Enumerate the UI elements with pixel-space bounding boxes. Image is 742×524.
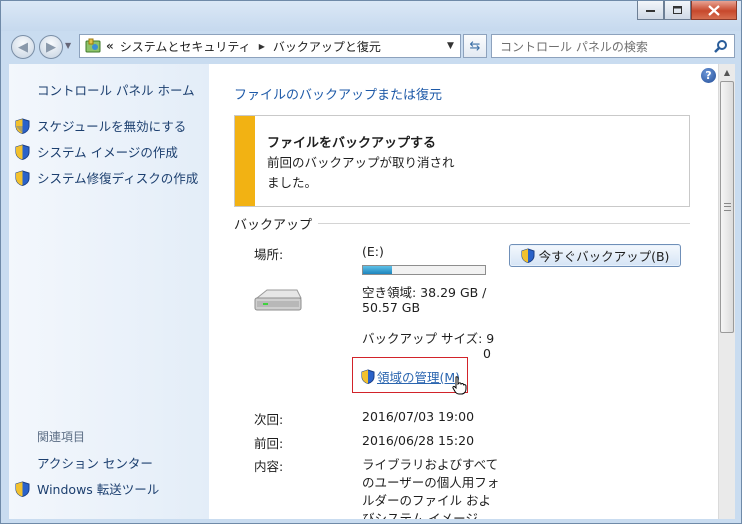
hand-cursor-icon	[452, 376, 467, 395]
backup-now-button[interactable]: 今すぐバックアップ(B)	[509, 244, 681, 267]
sidebar-task-label: システム イメージの作成	[37, 145, 178, 160]
title-bar	[1, 1, 741, 31]
maximize-button[interactable]	[664, 1, 691, 20]
free-space: 空き領域: 38.29 GB /	[362, 285, 487, 300]
manage-space-label: 領域の管理(M)	[377, 370, 461, 385]
breadcrumb-overflow[interactable]: «	[106, 39, 114, 53]
search-input[interactable]: コントロール パネルの検索	[491, 34, 735, 58]
chevron-up-icon: ▲	[723, 67, 731, 77]
maximize-icon	[672, 5, 682, 14]
sidebar-home-link[interactable]: コントロール パネル ホーム	[37, 80, 195, 99]
uac-shield-icon	[361, 369, 375, 384]
main-content: ? ファイルのバックアップまたは復元 ファイルをバックアップする 前回のバックア…	[209, 64, 718, 519]
location-value: (E:)	[362, 244, 384, 259]
help-icon[interactable]: ?	[701, 68, 716, 83]
contents-label: 内容:	[254, 459, 284, 474]
scroll-up-button[interactable]: ▲	[719, 64, 735, 80]
caption-buttons	[637, 1, 737, 21]
breadcrumb-arrow-icon[interactable]: ▶	[259, 42, 265, 51]
chevron-down-icon: ▼	[447, 41, 454, 51]
vertical-scrollbar[interactable]: ▲	[718, 64, 735, 519]
window: ◀ ▶ ▼ « システムとセキュリティ ▶ バックアップと復元 ▼ ⇆ コントロ…	[0, 0, 742, 524]
hard-drive-icon	[254, 289, 302, 311]
search-icon[interactable]	[714, 39, 728, 53]
refresh-icon: ⇆	[469, 38, 481, 54]
contents-line: ライブラリおよびすべて	[362, 457, 499, 472]
backup-size-overflow: 0	[483, 346, 491, 361]
uac-shield-icon	[15, 117, 30, 134]
disk-space-bar	[362, 265, 486, 275]
control-panel-icon	[85, 38, 101, 53]
page-title: ファイルのバックアップまたは復元	[234, 88, 443, 103]
notice-body-line: ました。	[267, 175, 318, 190]
uac-shield-icon	[521, 248, 535, 263]
uac-shield-icon	[15, 143, 30, 160]
section-title: バックアップ	[234, 218, 319, 233]
contents-line: のユーザーの個人用フォ	[362, 475, 500, 490]
contents-value: ライブラリおよびすべて のユーザーの個人用フォ ルダーのファイル およ びシステ…	[362, 456, 502, 519]
notice-body-line: 前回のバックアップが取り消され	[267, 155, 455, 170]
sidebar-task-disable-schedule[interactable]: スケジュールを無効にする	[15, 116, 186, 135]
related-heading: 関連項目	[37, 430, 86, 444]
contents-line: びシステム イメージ	[362, 511, 478, 519]
address-bar[interactable]: « システムとセキュリティ ▶ バックアップと復元	[79, 34, 459, 58]
navigation-bar: ◀ ▶ ▼ « システムとセキュリティ ▶ バックアップと復元 ▼ ⇆ コントロ…	[1, 31, 741, 63]
close-icon	[708, 4, 720, 16]
forward-icon: ▶	[46, 39, 56, 55]
sidebar-task-repair-disc[interactable]: システム修復ディスクの作成	[15, 168, 198, 187]
next-backup-value: 2016/07/03 19:00	[362, 409, 475, 424]
back-button[interactable]: ◀	[11, 35, 35, 59]
uac-shield-icon	[15, 169, 30, 186]
notice-stripe	[235, 116, 255, 206]
notice-body: 前回のバックアップが取り消され ました。	[267, 153, 467, 193]
last-backup-value: 2016/06/28 15:20	[362, 433, 475, 448]
disk-space-fill	[363, 266, 393, 274]
manage-space-link[interactable]: 領域の管理(M)	[361, 367, 460, 386]
sidebar-task-label: システム修復ディスクの作成	[37, 171, 199, 186]
breadcrumb-system-security[interactable]: システムとセキュリティ	[120, 38, 251, 55]
related-action-center[interactable]: アクション センター	[37, 453, 153, 472]
notice-title: ファイルをバックアップする	[267, 136, 437, 151]
scroll-thumb[interactable]	[720, 81, 734, 333]
refresh-button[interactable]: ⇆	[463, 34, 487, 58]
backup-size: バックアップ サイズ: 9	[362, 331, 495, 346]
sidebar-task-create-image[interactable]: システム イメージの作成	[15, 142, 178, 161]
search-placeholder: コントロール パネルの検索	[500, 39, 648, 54]
recent-pages-icon[interactable]: ▼	[65, 41, 71, 50]
backup-section-header: バックアップ	[234, 214, 690, 233]
forward-button[interactable]: ▶	[39, 35, 63, 59]
scroll-grip	[724, 203, 731, 211]
location-label: 場所:	[254, 247, 284, 262]
sidebar-task-label: スケジュールを無効にする	[37, 119, 187, 134]
section-divider	[304, 223, 690, 224]
related-link-label: Windows 転送ツール	[37, 482, 160, 497]
next-backup-label: 次回:	[254, 412, 284, 427]
last-backup-label: 前回:	[254, 436, 284, 451]
minimize-button[interactable]	[637, 1, 664, 20]
breadcrumb-backup-restore[interactable]: バックアップと復元	[273, 38, 381, 55]
sidebar: コントロール パネル ホーム スケジュールを無効にする システム イメージの作成…	[9, 64, 209, 519]
contents-line: ルダーのファイル およ	[362, 493, 491, 508]
back-icon: ◀	[18, 39, 28, 55]
free-space-total: 50.57 GB	[362, 300, 421, 315]
related-link-label: アクション センター	[37, 456, 153, 471]
backup-now-label: 今すぐバックアップ(B)	[538, 249, 670, 264]
address-dropdown[interactable]: ▼	[441, 34, 461, 58]
minimize-icon	[645, 10, 655, 12]
close-button[interactable]	[691, 1, 737, 20]
uac-shield-icon	[15, 480, 30, 497]
backup-notice: ファイルをバックアップする 前回のバックアップが取り消され ました。	[234, 115, 690, 207]
related-windows-transfer[interactable]: Windows 転送ツール	[15, 479, 159, 498]
